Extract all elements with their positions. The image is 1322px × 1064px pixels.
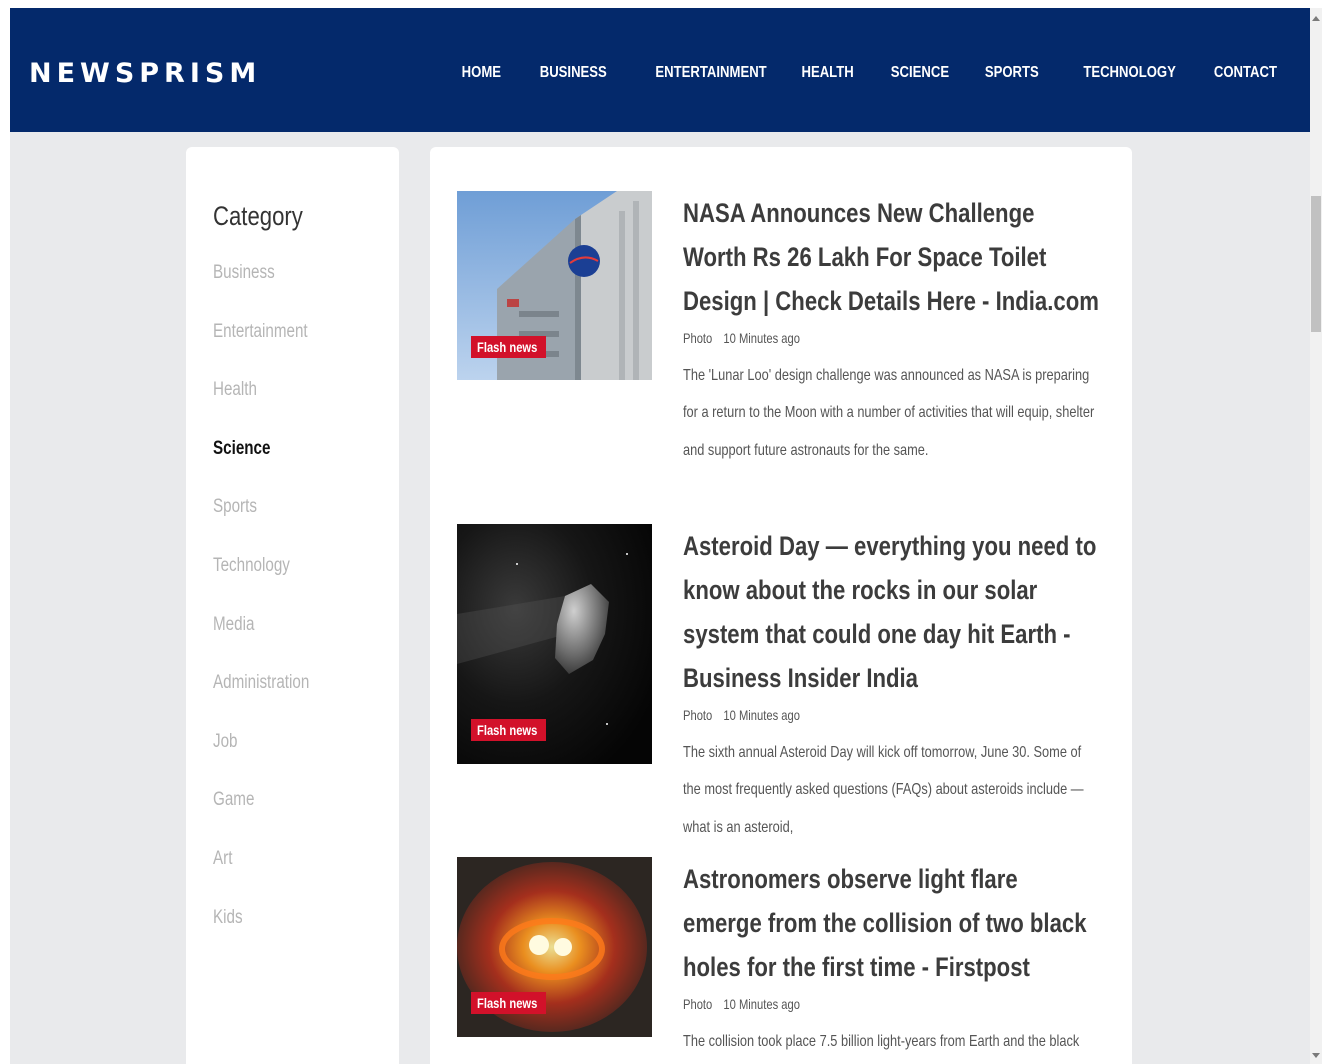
article-text: Asteroid Day — everything you need to kn…: [683, 524, 1103, 862]
category-item-business[interactable]: Business: [213, 261, 309, 320]
category-title: Category: [213, 201, 303, 231]
scroll-up-arrow-icon[interactable]: [1312, 16, 1320, 21]
nav-technology[interactable]: TECHNOLOGY: [1083, 61, 1176, 85]
category-item-game[interactable]: Game: [213, 788, 309, 847]
nav-contact[interactable]: CONTACT: [1214, 61, 1277, 85]
article-headline[interactable]: NASA Announces New Challenge Worth Rs 26…: [683, 191, 1101, 323]
flash-news-badge: Flash news: [471, 992, 547, 1014]
nav-entertainment[interactable]: ENTERTAINMENT: [655, 61, 766, 85]
article-list: Flash news NASA Announces New Challenge …: [430, 147, 1132, 1064]
main-nav: HOME BUSINESS ENTERTAINMENT HEALTH SCIEN…: [429, 61, 1277, 85]
nav-health[interactable]: HEALTH: [802, 61, 854, 85]
article-excerpt: The sixth annual Asteroid Day will kick …: [683, 744, 1084, 836]
nav-business[interactable]: BUSINESS: [540, 61, 607, 85]
flash-news-badge: Flash news: [471, 336, 547, 358]
nav-home[interactable]: HOME: [462, 61, 501, 85]
nav-sports[interactable]: SPORTS: [985, 61, 1039, 85]
article-time: 10 Minutes ago: [723, 707, 800, 723]
article-time: 10 Minutes ago: [723, 330, 800, 346]
article-headline[interactable]: Asteroid Day — everything you need to kn…: [683, 524, 1101, 700]
nasa-building-image[interactable]: Flash news: [457, 191, 652, 380]
black-hole-collision-image[interactable]: Flash news: [457, 857, 652, 1037]
category-item-entertainment[interactable]: Entertainment: [213, 320, 309, 379]
asteroid-image[interactable]: Flash news: [457, 524, 652, 764]
category-list: Business Entertainment Health Science Sp…: [213, 261, 333, 964]
site-logo[interactable]: NEWSPRISM: [29, 57, 261, 91]
category-item-media[interactable]: Media: [213, 613, 309, 672]
category-item-job[interactable]: Job: [213, 730, 309, 789]
scrollbar-thumb[interactable]: [1311, 196, 1321, 332]
flash-news-badge: Flash news: [471, 719, 547, 741]
category-item-technology[interactable]: Technology: [213, 554, 309, 613]
navbar: NEWSPRISM HOME BUSINESS ENTERTAINMENT HE…: [10, 8, 1310, 132]
article-time: 10 Minutes ago: [723, 996, 800, 1012]
page-viewport: NEWSPRISM HOME BUSINESS ENTERTAINMENT HE…: [10, 8, 1310, 1064]
article-text: NASA Announces New Challenge Worth Rs 26…: [683, 191, 1103, 485]
article-headline[interactable]: Astronomers observe light flare emerge f…: [683, 857, 1101, 989]
category-sidebar: Category Business Entertainment Health S…: [186, 147, 399, 1064]
category-item-sports[interactable]: Sports: [213, 495, 309, 554]
article-meta: Photo 10 Minutes ago: [683, 327, 1019, 349]
category-item-administration[interactable]: Administration: [213, 671, 309, 730]
article-text: Astronomers observe light flare emerge f…: [683, 857, 1103, 1064]
article-excerpt: The 'Lunar Loo' design challenge was ann…: [683, 367, 1095, 459]
article-meta: Photo 10 Minutes ago: [683, 993, 1019, 1015]
nav-science[interactable]: SCIENCE: [891, 61, 949, 85]
category-item-health[interactable]: Health: [213, 378, 309, 437]
article-meta: Photo 10 Minutes ago: [683, 704, 1019, 726]
vertical-scrollbar[interactable]: [1310, 8, 1322, 1064]
article-type: Photo: [683, 707, 713, 723]
category-item-science[interactable]: Science: [213, 437, 309, 496]
category-item-kids[interactable]: Kids: [213, 906, 309, 965]
category-item-art[interactable]: Art: [213, 847, 309, 906]
window-top-edge: [0, 0, 1310, 8]
scroll-down-arrow-icon[interactable]: [1312, 1053, 1320, 1058]
article-type: Photo: [683, 996, 713, 1012]
article-excerpt: The collision took place 7.5 billion lig…: [683, 1033, 1080, 1050]
article-type: Photo: [683, 330, 713, 346]
